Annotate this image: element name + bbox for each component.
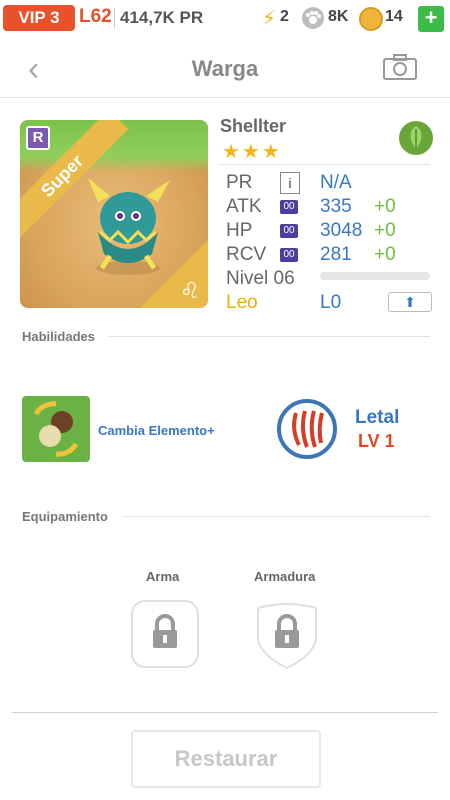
- leaf-element-icon: [399, 121, 433, 155]
- footer-divider: [12, 712, 438, 713]
- equipment-title: Equipamiento: [22, 509, 108, 524]
- hp-bonus: +0: [374, 220, 396, 241]
- coins-count: 14: [385, 8, 403, 25]
- status-bar: VIP 3 L62 414,7K PR ⚡ 2 8K 14 +: [0, 0, 450, 36]
- rcv-badge: 00: [280, 248, 298, 262]
- pr-value: N/A: [320, 172, 352, 193]
- energy-count: 2: [280, 8, 289, 25]
- skill-passive-name: Letal: [355, 407, 400, 428]
- hp-value: 3048: [320, 220, 363, 241]
- hp-badge: 00: [280, 224, 298, 238]
- claw-skill-icon[interactable]: [277, 399, 337, 459]
- skills-divider: [108, 336, 430, 337]
- restore-button[interactable]: Restaurar: [131, 730, 321, 788]
- weapon-slot[interactable]: [131, 600, 199, 668]
- skill-passive-level: LV 1: [358, 431, 395, 451]
- rarity-tag: R: [26, 126, 50, 150]
- pr-label: PR: [226, 172, 253, 193]
- rcv-value: 281: [320, 244, 352, 265]
- skill-swap-element-icon[interactable]: [22, 396, 90, 462]
- header-divider: [0, 97, 450, 98]
- monster-portrait[interactable]: Super R ♌: [20, 120, 208, 308]
- atk-badge: 00: [280, 200, 298, 214]
- status-divider: [114, 8, 115, 28]
- skills-title: Habilidades: [22, 329, 95, 344]
- rcv-bonus: +0: [374, 244, 396, 265]
- camera-icon[interactable]: [383, 54, 417, 80]
- star-rating: ★★★: [222, 141, 282, 163]
- arrow-up-icon: ⬆: [404, 294, 416, 310]
- pets-count: 8K: [328, 8, 349, 25]
- add-coins-button[interactable]: +: [418, 6, 444, 32]
- sign-level: L0: [320, 292, 342, 313]
- vip-badge[interactable]: VIP 3: [3, 5, 75, 31]
- upgrade-sign-button[interactable]: ⬆: [388, 292, 432, 312]
- leo-zodiac-icon: ♌: [180, 278, 200, 303]
- player-level: L62: [79, 6, 112, 27]
- monster-name: Shellter: [220, 116, 287, 136]
- pr-info-icon[interactable]: i: [280, 172, 300, 194]
- paw-icon: [302, 7, 324, 29]
- level-progress-bar: [320, 272, 430, 280]
- coin-icon: [359, 7, 383, 31]
- level-label: Nivel 06: [226, 268, 295, 289]
- atk-bonus: +0: [374, 196, 396, 217]
- atk-value: 335: [320, 196, 352, 217]
- info-divider: [220, 164, 430, 165]
- hp-label: HP: [226, 220, 253, 241]
- player-pr: 414,7K PR: [120, 8, 204, 27]
- armor-label: Armadura: [254, 569, 316, 584]
- lightning-icon: ⚡: [262, 8, 277, 30]
- atk-label: ATK: [226, 196, 262, 217]
- rcv-label: RCV: [226, 244, 267, 265]
- skill-active-name: Cambia Elemento+: [98, 423, 215, 438]
- equipment-divider: [124, 516, 430, 517]
- armor-slot[interactable]: [254, 600, 320, 675]
- sign-label: Leo: [226, 292, 258, 313]
- lock-icon: [153, 614, 177, 648]
- weapon-label: Arma: [146, 569, 180, 584]
